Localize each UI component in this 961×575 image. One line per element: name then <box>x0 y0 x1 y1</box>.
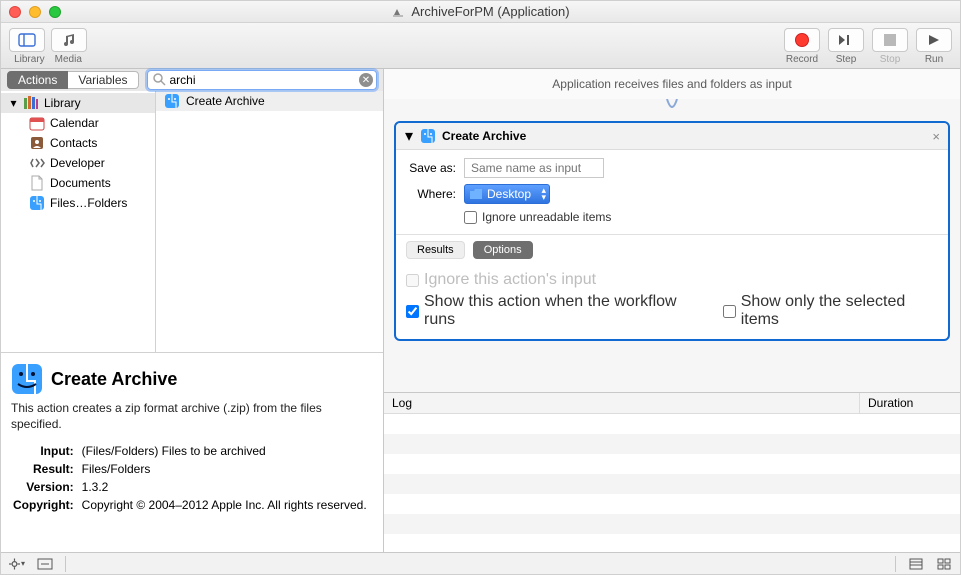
step-label: Step <box>836 54 857 65</box>
chevron-down-icon: ▾ <box>9 99 18 108</box>
media-label: Media <box>55 54 82 65</box>
ignore-input-checkbox: Ignore this action's input <box>406 271 938 289</box>
details-description: This action creates a zip format archive… <box>11 401 373 432</box>
status-bar: ▾ <box>1 552 960 574</box>
library-label: Library <box>14 54 45 65</box>
log-body <box>384 414 960 552</box>
show-when-runs-checkbox[interactable]: Show this action when the workflow runs <box>406 293 699 329</box>
library-root[interactable]: ▾ Library <box>1 93 155 113</box>
search-input[interactable] <box>147 70 378 90</box>
library-item-developer[interactable]: Developer <box>1 153 155 173</box>
record-icon <box>795 33 809 47</box>
finder-icon <box>29 195 45 211</box>
details-version-value: 1.3.2 <box>82 480 367 496</box>
tab-actions[interactable]: Actions <box>7 71 68 89</box>
developer-icon <box>29 155 45 171</box>
library-tabs: Actions Variables <box>7 71 139 89</box>
calendar-icon <box>29 115 45 131</box>
show-selected-label: Show only the selected items <box>741 293 938 329</box>
minimize-window-button[interactable] <box>29 6 41 18</box>
saveas-input[interactable] <box>464 158 604 178</box>
ignore-unreadable-label: Ignore unreadable items <box>482 210 611 224</box>
library-item-label: Calendar <box>50 116 99 130</box>
workflow-panel: Application receives files and folders a… <box>384 69 960 552</box>
run-label: Run <box>925 54 943 65</box>
details-result-value: Files/Folders <box>82 462 367 478</box>
where-value: Desktop <box>487 187 531 201</box>
show-selected-checkbox[interactable]: Show only the selected items <box>723 293 938 329</box>
library-item-contacts[interactable]: Contacts <box>1 133 155 153</box>
action-card-title: Create Archive <box>442 129 526 143</box>
details-result-key: Result: <box>13 462 80 478</box>
action-card-create-archive: ▾ Create Archive × Save as: Where: <box>394 121 950 341</box>
app-icon <box>391 5 405 19</box>
log-header-log[interactable]: Log <box>384 393 860 413</box>
gear-menu-button[interactable]: ▾ <box>9 556 25 572</box>
library-item-label: Files…Folders <box>50 196 127 210</box>
where-label: Where: <box>406 187 456 201</box>
variable-picker-button[interactable] <box>37 556 53 572</box>
library-root-label: Library <box>44 96 81 110</box>
library-tree: ▾ Library Calendar Contacts <box>1 91 156 352</box>
details-version-key: Version: <box>13 480 80 496</box>
titlebar: ArchiveForPM (Application) <box>1 1 960 23</box>
flow-view-button[interactable] <box>936 556 952 572</box>
library-icon <box>23 95 39 111</box>
library-item-label: Documents <box>50 176 111 190</box>
library-item-label: Developer <box>50 156 105 170</box>
details-input-key: Input: <box>13 444 80 460</box>
options-tab[interactable]: Options <box>473 241 533 259</box>
record-button[interactable] <box>784 28 820 52</box>
document-icon <box>29 175 45 191</box>
folder-icon <box>469 187 483 201</box>
disclosure-icon[interactable]: ▾ <box>404 131 414 141</box>
stop-label: Stop <box>880 54 901 65</box>
record-label: Record <box>786 54 818 65</box>
log-header-duration[interactable]: Duration <box>860 393 960 413</box>
action-card-close-button[interactable]: × <box>932 129 940 144</box>
log-panel: Log Duration <box>384 392 960 552</box>
left-panel: Actions Variables ✕ ▾ Library <box>1 69 384 552</box>
action-results: Create Archive <box>156 91 383 352</box>
ignore-unreadable-checkbox[interactable]: Ignore unreadable items <box>464 210 611 224</box>
finder-icon <box>11 363 43 395</box>
run-button[interactable] <box>916 28 952 52</box>
workflow-header: Application receives files and folders a… <box>384 69 960 99</box>
library-item-documents[interactable]: Documents <box>1 173 155 193</box>
details-copyright-key: Copyright: <box>13 498 80 514</box>
details-copyright-value: Copyright © 2004–2012 Apple Inc. All rig… <box>82 498 367 514</box>
workflow-canvas[interactable]: ▾ Create Archive × Save as: Where: <box>384 99 960 392</box>
ignore-input-label: Ignore this action's input <box>424 271 596 289</box>
log-view-button[interactable] <box>908 556 924 572</box>
results-tab[interactable]: Results <box>406 241 465 259</box>
library-button[interactable] <box>9 28 45 52</box>
connector-icon <box>607 99 737 117</box>
details-input-value: (Files/Folders) Files to be archived <box>82 444 367 460</box>
details-title: Create Archive <box>51 369 177 390</box>
stop-button[interactable] <box>872 28 908 52</box>
zoom-window-button[interactable] <box>49 6 61 18</box>
result-label: Create Archive <box>186 94 265 108</box>
select-arrows-icon: ▴▾ <box>542 187 547 201</box>
result-create-archive[interactable]: Create Archive <box>156 91 383 111</box>
library-item-calendar[interactable]: Calendar <box>1 113 155 133</box>
library-item-label: Contacts <box>50 136 97 150</box>
finder-icon <box>164 93 180 109</box>
library-item-files-folders[interactable]: Files…Folders <box>1 193 155 213</box>
show-when-runs-label: Show this action when the workflow runs <box>424 293 699 329</box>
search-icon <box>153 73 166 86</box>
toolbar: Library Media Record Step Stop <box>1 23 960 69</box>
tab-variables[interactable]: Variables <box>68 71 138 89</box>
saveas-label: Save as: <box>406 161 456 175</box>
close-window-button[interactable] <box>9 6 21 18</box>
finder-icon <box>420 128 436 144</box>
step-button[interactable] <box>828 28 864 52</box>
clear-search-button[interactable]: ✕ <box>359 73 373 87</box>
action-details: Create Archive This action creates a zip… <box>1 352 383 552</box>
stop-icon <box>884 34 896 46</box>
contacts-icon <box>29 135 45 151</box>
media-button[interactable] <box>51 28 87 52</box>
where-select[interactable]: Desktop ▴▾ <box>464 184 550 204</box>
window-title: ArchiveForPM (Application) <box>411 4 569 19</box>
